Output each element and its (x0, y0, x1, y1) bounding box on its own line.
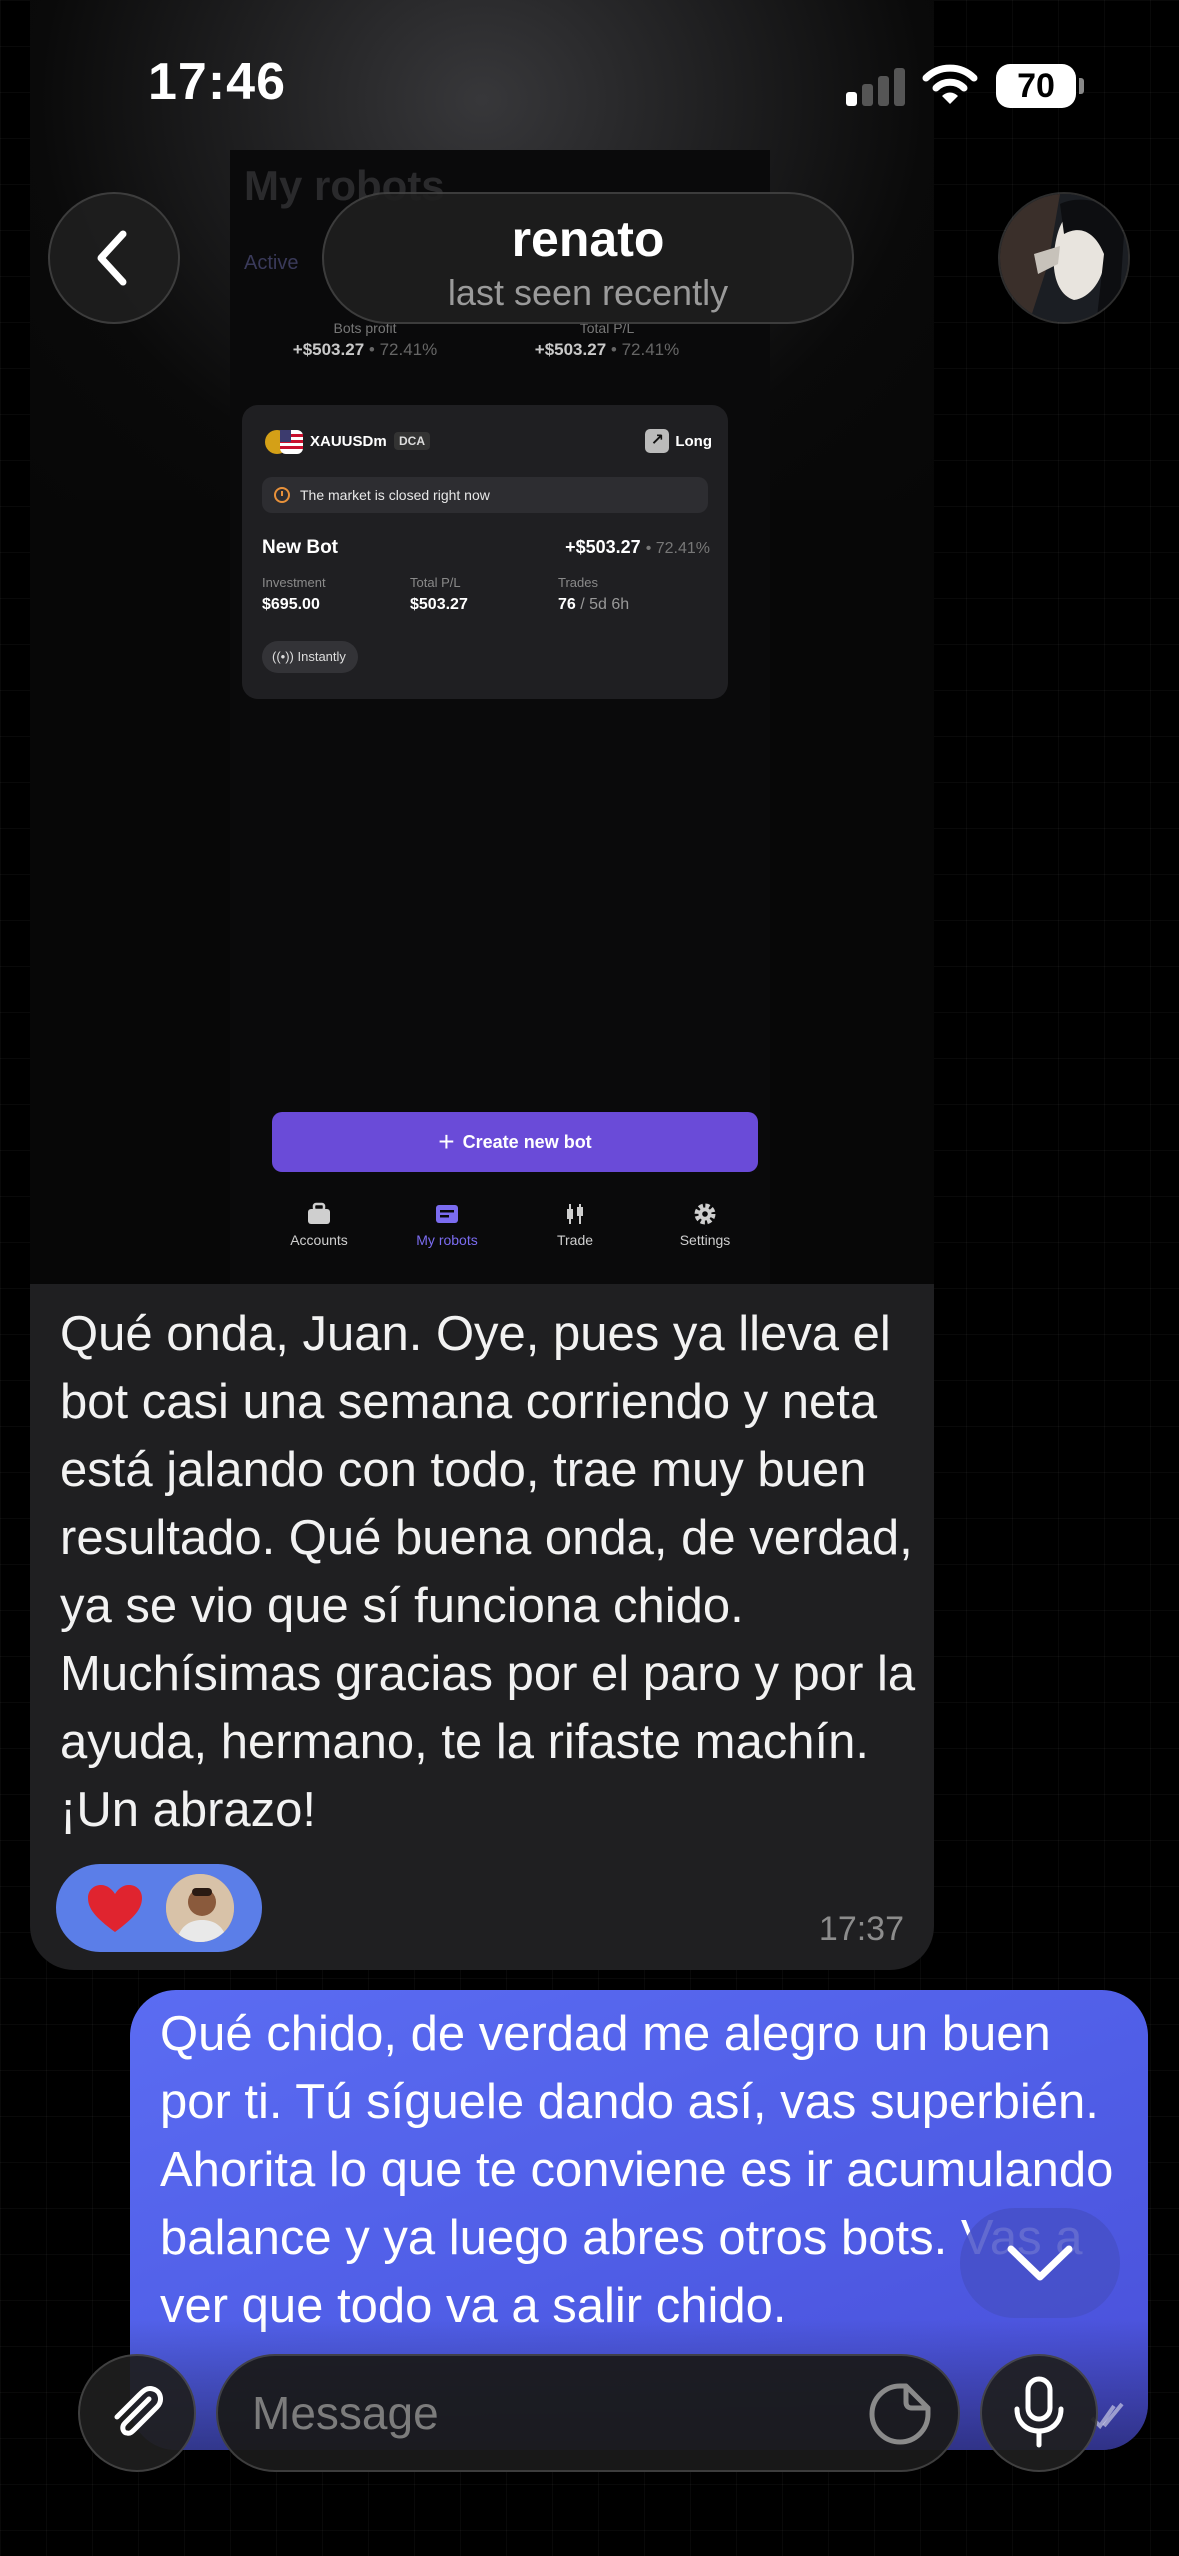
bot-symbol: XAUUSDm (310, 433, 387, 450)
strategy-tag: DCA (394, 432, 430, 450)
tab-my-robots: My robots (382, 1202, 512, 1248)
battery-icon: 70 (996, 64, 1084, 108)
stat-bots-profit: Bots profit +$503.27 • 72.41% (250, 320, 480, 360)
us-flag-icon (265, 430, 303, 454)
metric-label: Investment (262, 575, 326, 590)
wifi-icon (922, 64, 978, 104)
gear-icon (694, 1203, 716, 1225)
metric-investment: Investment $695.00 (262, 575, 326, 614)
message-timestamp: 17:37 (818, 1910, 904, 1948)
tab-accounts: Accounts (254, 1202, 384, 1248)
contact-status: last seen recently (447, 272, 729, 313)
microphone-icon (1014, 2376, 1064, 2448)
create-new-bot-button: + Create new bot (272, 1112, 758, 1172)
heart-icon (88, 1885, 142, 1932)
chevron-down-icon (1007, 2245, 1073, 2281)
tab-trade: Trade (510, 1202, 640, 1248)
robot-card-icon (436, 1205, 458, 1223)
paperclip-icon (114, 2386, 163, 2436)
reaction-badge[interactable] (56, 1864, 262, 1952)
cellular-signal-icon (846, 66, 905, 106)
mode-label: Instantly (297, 649, 346, 664)
bot-pl: +$503.27 • 72.41% (565, 537, 710, 557)
metric-value: 76 / 5d 6h (558, 596, 630, 613)
execution-mode-chip: ((•)) Instantly (262, 641, 358, 673)
direction-label: Long (675, 432, 712, 450)
back-button[interactable] (48, 192, 180, 324)
reactor-avatar (164, 1872, 236, 1944)
create-button-label: Create new bot (462, 1132, 592, 1152)
metric-trades: Trades 76 / 5d 6h (558, 575, 629, 614)
contact-avatar[interactable] (998, 192, 1130, 324)
candlestick-icon (567, 1204, 583, 1224)
market-closed-notice: The market is closed right now (262, 477, 708, 513)
status-bar: 17:46 70 (0, 0, 1179, 150)
stat-total-pl: Total P/L +$503.27 • 72.41% (492, 320, 722, 360)
plus-icon: + (438, 1126, 455, 1157)
contact-name: renato (511, 211, 665, 267)
broadcast-icon: ((•)) (272, 649, 294, 664)
sticker-icon[interactable] (864, 2378, 936, 2450)
stat-value: +$503.27 • 72.41% (534, 340, 680, 359)
metric-total-pl: Total P/L $503.27 (410, 575, 468, 614)
tab-settings: Settings (640, 1202, 770, 1248)
clock-icon (274, 487, 290, 503)
metric-label: Trades (558, 575, 598, 590)
metric-value: $503.27 (410, 596, 468, 613)
notice-text: The market is closed right now (300, 487, 490, 503)
stats-row: Bots profit +$503.27 • 72.41% Total P/L … (230, 320, 770, 382)
metric-value: $695.00 (262, 596, 320, 613)
arrow-up-right-icon: ↗ (645, 429, 670, 453)
bot-name: New Bot (262, 537, 338, 558)
attach-button[interactable] (78, 2354, 196, 2472)
microphone-button[interactable] (980, 2354, 1098, 2472)
direction-badge: ↗ Long (645, 429, 712, 455)
chat-title[interactable]: renato last seen recently (322, 192, 854, 324)
briefcase-icon (308, 1202, 330, 1224)
incoming-message-text: Qué onda, Juan. Oye, pues ya lleva el bo… (60, 1307, 916, 1837)
status-time: 17:46 (148, 53, 286, 111)
bot-card: XAUUSDm DCA ↗ Long The market is closed r… (242, 405, 728, 699)
screenshot-tab-bar: Accounts My robots Trade Settings (230, 1194, 770, 1284)
chevron-left-icon (97, 230, 127, 286)
message-input[interactable] (216, 2354, 960, 2472)
scroll-down-button[interactable] (960, 2208, 1120, 2318)
stat-value: +$503.27 • 72.41% (292, 340, 438, 359)
screenshot-tab-active: Active (244, 252, 299, 274)
metric-label: Total P/L (410, 575, 461, 590)
